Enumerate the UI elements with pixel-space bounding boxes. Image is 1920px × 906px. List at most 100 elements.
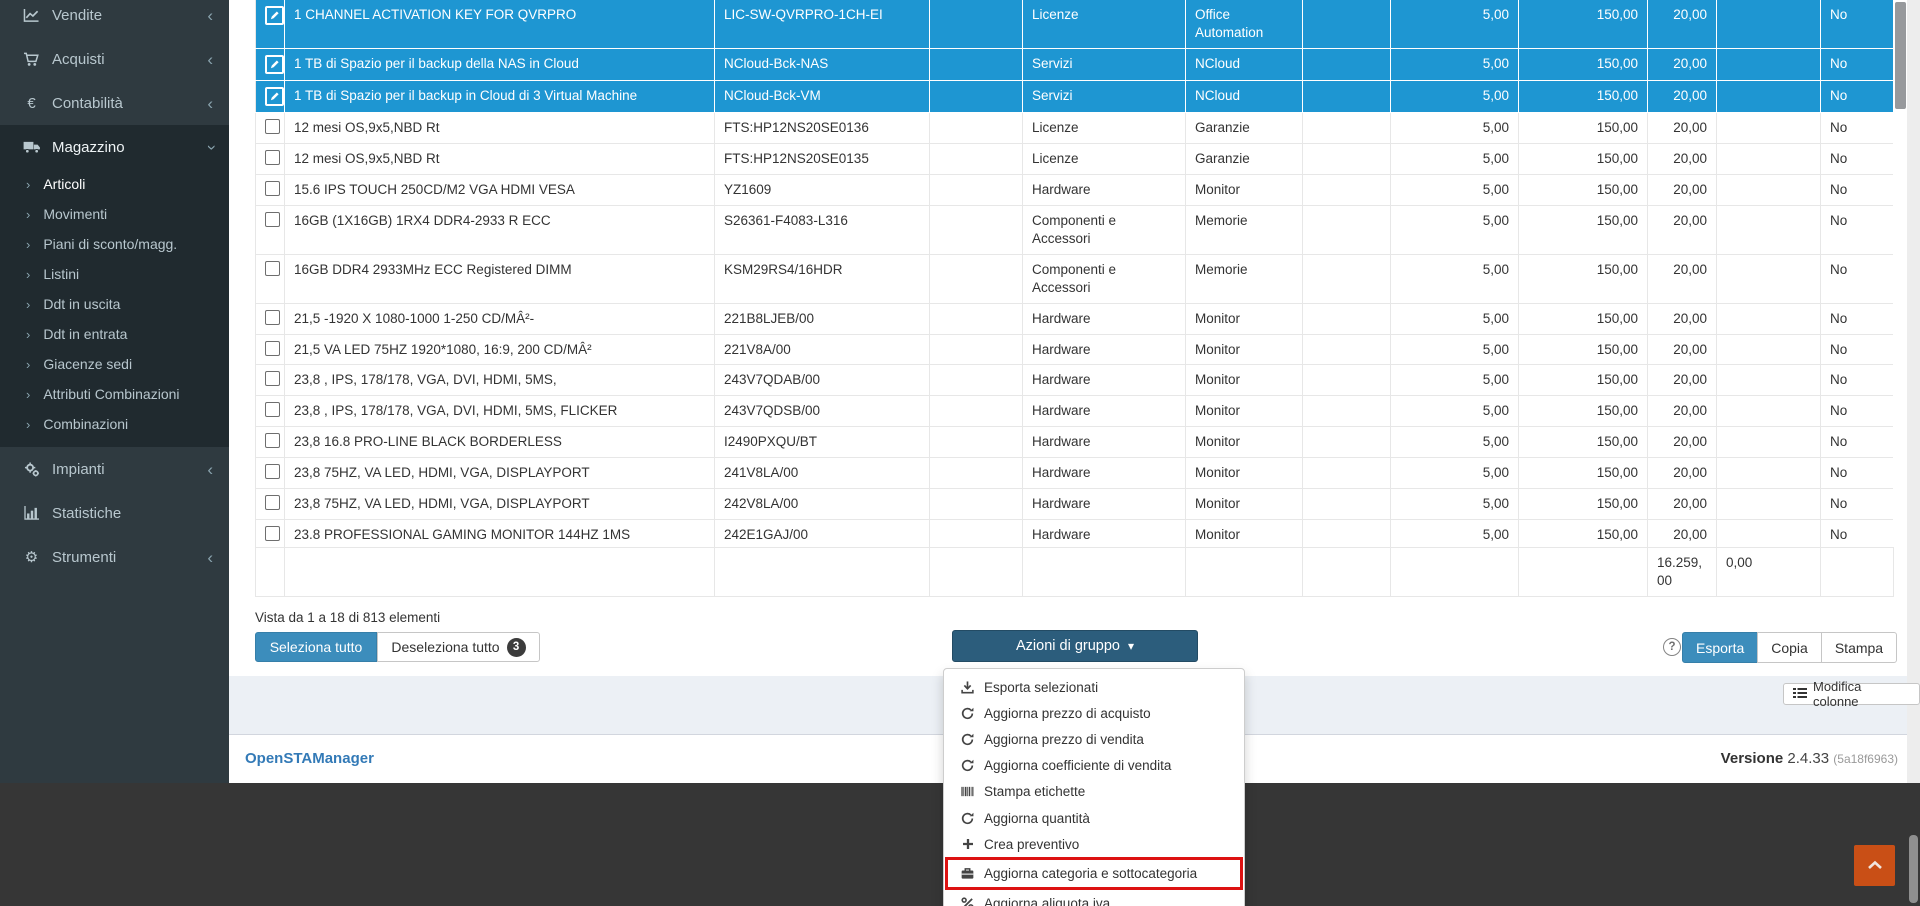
- checkbox-unchecked-icon[interactable]: [265, 261, 280, 276]
- row-checkbox-cell[interactable]: [256, 365, 285, 396]
- row-checkbox-cell[interactable]: [256, 396, 285, 427]
- checkbox-unchecked-icon[interactable]: [265, 402, 280, 417]
- edit-columns-button[interactable]: Modifica colonne: [1783, 683, 1920, 705]
- cell-empty: [930, 489, 1023, 520]
- sidebar-item-strumenti[interactable]: ⚙Strumenti‹: [0, 535, 229, 579]
- table-row[interactable]: 1 TB di Spazio per il backup della NAS i…: [256, 48, 1894, 80]
- sidebar-item-impianti[interactable]: Impianti‹: [0, 447, 229, 491]
- cart-icon: [20, 52, 43, 67]
- row-checkbox-cell[interactable]: [256, 143, 285, 174]
- row-checkbox-cell[interactable]: [256, 174, 285, 205]
- help-icon[interactable]: ?: [1663, 638, 1681, 656]
- checkbox-unchecked-icon[interactable]: [265, 150, 280, 165]
- menu-item-aggiorna-prezzo-di-acquisto[interactable]: Aggiorna prezzo di acquisto: [944, 700, 1244, 726]
- sidebar-item-movimenti[interactable]: ›Movimenti: [0, 199, 229, 229]
- page-scrollbar-thumb[interactable]: [1909, 835, 1918, 903]
- sidebar-item-ddt-in-entrata[interactable]: ›Ddt in entrata: [0, 319, 229, 349]
- table-scrollbar-thumb[interactable]: [1895, 2, 1906, 109]
- cell-empty: [1717, 334, 1821, 365]
- menu-item-aggiorna-prezzo-di-vendita[interactable]: Aggiorna prezzo di vendita: [944, 726, 1244, 752]
- checkbox-unchecked-icon[interactable]: [265, 212, 280, 227]
- checkbox-checked-icon[interactable]: [265, 55, 284, 74]
- sidebar-item-label: Acquisti: [52, 51, 207, 68]
- menu-item-crea-preventivo[interactable]: Crea preventivo: [944, 831, 1244, 857]
- table-row[interactable]: 1 TB di Spazio per il backup in Cloud di…: [256, 80, 1894, 112]
- checkbox-unchecked-icon[interactable]: [265, 181, 280, 196]
- select-all-button[interactable]: Seleziona tutto: [255, 632, 377, 662]
- checkbox-unchecked-icon[interactable]: [265, 310, 280, 325]
- row-checkbox-cell[interactable]: [256, 303, 285, 334]
- percent-icon: [960, 897, 975, 906]
- menu-item-stampa-etichette[interactable]: Stampa etichette: [944, 779, 1244, 805]
- table-row[interactable]: 23,8 16.8 PRO-LINE BLACK BORDERLESSI2490…: [256, 427, 1894, 458]
- table-row[interactable]: 16GB DDR4 2933MHz ECC Registered DIMMKSM…: [256, 254, 1894, 303]
- checkbox-unchecked-icon[interactable]: [265, 526, 280, 541]
- table-row[interactable]: 23,8 75HZ, VA LED, HDMI, VGA, DISPLAYPOR…: [256, 489, 1894, 520]
- cell-empty: [1717, 0, 1821, 48]
- table-row[interactable]: 23.8 PROFESSIONAL GAMING MONITOR 144HZ 1…: [256, 520, 1894, 547]
- cell-empty: [930, 427, 1023, 458]
- sidebar-item-piani-di-sconto-magg[interactable]: ›Piani di sconto/magg.: [0, 229, 229, 259]
- menu-item-aggiorna-coefficiente-di-vendita[interactable]: Aggiorna coefficiente di vendita: [944, 753, 1244, 779]
- sidebar-item-giacenze-sedi[interactable]: ›Giacenze sedi: [0, 349, 229, 379]
- table-row[interactable]: 23,8 75HZ, VA LED, HDMI, VGA, DISPLAYPOR…: [256, 458, 1894, 489]
- row-checkbox-cell[interactable]: [256, 334, 285, 365]
- menu-item-aggiorna-aliquota-iva[interactable]: Aggiorna aliquota iva: [944, 890, 1244, 906]
- checkbox-unchecked-icon[interactable]: [265, 495, 280, 510]
- row-checkbox-cell[interactable]: [256, 112, 285, 143]
- row-checkbox-cell[interactable]: [256, 458, 285, 489]
- checkbox-unchecked-icon[interactable]: [265, 341, 280, 356]
- row-checkbox-cell[interactable]: [256, 205, 285, 254]
- table-row[interactable]: 12 mesi OS,9x5,NBD RtFTS:HP12NS20SE0136L…: [256, 112, 1894, 143]
- row-checkbox-cell[interactable]: [256, 80, 285, 112]
- checkbox-unchecked-icon[interactable]: [265, 464, 280, 479]
- checkbox-unchecked-icon[interactable]: [265, 433, 280, 448]
- row-checkbox-cell[interactable]: [256, 48, 285, 80]
- sidebar-item-acquisti[interactable]: Acquisti‹: [0, 37, 229, 81]
- sidebar-item-contabilit[interactable]: €Contabilità‹: [0, 81, 229, 125]
- sidebar-item-statistiche[interactable]: Statistiche: [0, 491, 229, 535]
- cell-code: KSM29RS4/16HDR: [715, 254, 930, 303]
- cell-empty: [1717, 365, 1821, 396]
- row-checkbox-cell[interactable]: [256, 254, 285, 303]
- table-row[interactable]: 16GB (1X16GB) 1RX4 DDR4-2933 R ECCS26361…: [256, 205, 1894, 254]
- brand-link[interactable]: OpenSTAManager: [245, 750, 374, 767]
- menu-item-aggiorna-quantit[interactable]: Aggiorna quantità: [944, 805, 1244, 831]
- sidebar-item-ddt-in-uscita[interactable]: ›Ddt in uscita: [0, 289, 229, 319]
- copy-button[interactable]: Copia: [1757, 632, 1822, 663]
- group-actions-button[interactable]: Azioni di gruppo ▾: [952, 630, 1198, 662]
- table-row[interactable]: 23,8 , IPS, 178/178, VGA, DVI, HDMI, 5MS…: [256, 365, 1894, 396]
- sidebar-item-magazzino[interactable]: Magazzino‹: [0, 125, 229, 169]
- row-checkbox-cell[interactable]: [256, 0, 285, 48]
- deselect-all-button[interactable]: Deseleziona tutto 3: [377, 632, 540, 662]
- sidebar-item-label: Impianti: [52, 461, 207, 478]
- checkbox-unchecked-icon[interactable]: [265, 371, 280, 386]
- chevron-right-icon: ›: [26, 267, 30, 282]
- sidebar-item-articoli[interactable]: ›Articoli: [0, 169, 229, 199]
- row-checkbox-cell[interactable]: [256, 520, 285, 547]
- cell-description: 23,8 75HZ, VA LED, HDMI, VGA, DISPLAYPOR…: [285, 489, 715, 520]
- sidebar-item-listini[interactable]: ›Listini: [0, 259, 229, 289]
- checkbox-checked-icon[interactable]: [265, 87, 284, 106]
- row-checkbox-cell[interactable]: [256, 427, 285, 458]
- export-button[interactable]: Esporta: [1682, 632, 1758, 663]
- table-row[interactable]: 21,5 -1920 X 1080-1000 1-250 CD/MÂ²-221B…: [256, 303, 1894, 334]
- menu-item-esporta-selezionati[interactable]: Esporta selezionati: [944, 674, 1244, 700]
- sidebar-item-combinazioni[interactable]: ›Combinazioni: [0, 409, 229, 439]
- checkbox-unchecked-icon[interactable]: [265, 119, 280, 134]
- print-button[interactable]: Stampa: [1821, 632, 1897, 663]
- menu-item-aggiorna-categoria-e-sottocategoria[interactable]: Aggiorna categoria e sottocategoria: [945, 857, 1243, 890]
- cell-purchase_price: 150,00: [1519, 0, 1648, 48]
- table-row[interactable]: 23,8 , IPS, 178/178, VGA, DVI, HDMI, 5MS…: [256, 396, 1894, 427]
- sidebar-item-attributi-combinazioni[interactable]: ›Attributi Combinazioni: [0, 379, 229, 409]
- cell-purchase_price: 150,00: [1519, 48, 1648, 80]
- table-row[interactable]: 15.6 IPS TOUCH 250CD/M2 VGA HDMI VESAYZ1…: [256, 174, 1894, 205]
- row-checkbox-cell[interactable]: [256, 489, 285, 520]
- sidebar-item-vendite[interactable]: Vendite‹: [0, 0, 229, 37]
- table-row[interactable]: 1 CHANNEL ACTIVATION KEY FOR QVRPROLIC-S…: [256, 0, 1894, 48]
- checkbox-checked-icon[interactable]: [265, 6, 284, 25]
- scroll-to-top-button[interactable]: [1854, 845, 1895, 886]
- table-row[interactable]: 21,5 VA LED 75HZ 1920*1080, 16:9, 200 CD…: [256, 334, 1894, 365]
- table-row[interactable]: 12 mesi OS,9x5,NBD RtFTS:HP12NS20SE0135L…: [256, 143, 1894, 174]
- chevron-right-icon: ›: [26, 177, 30, 192]
